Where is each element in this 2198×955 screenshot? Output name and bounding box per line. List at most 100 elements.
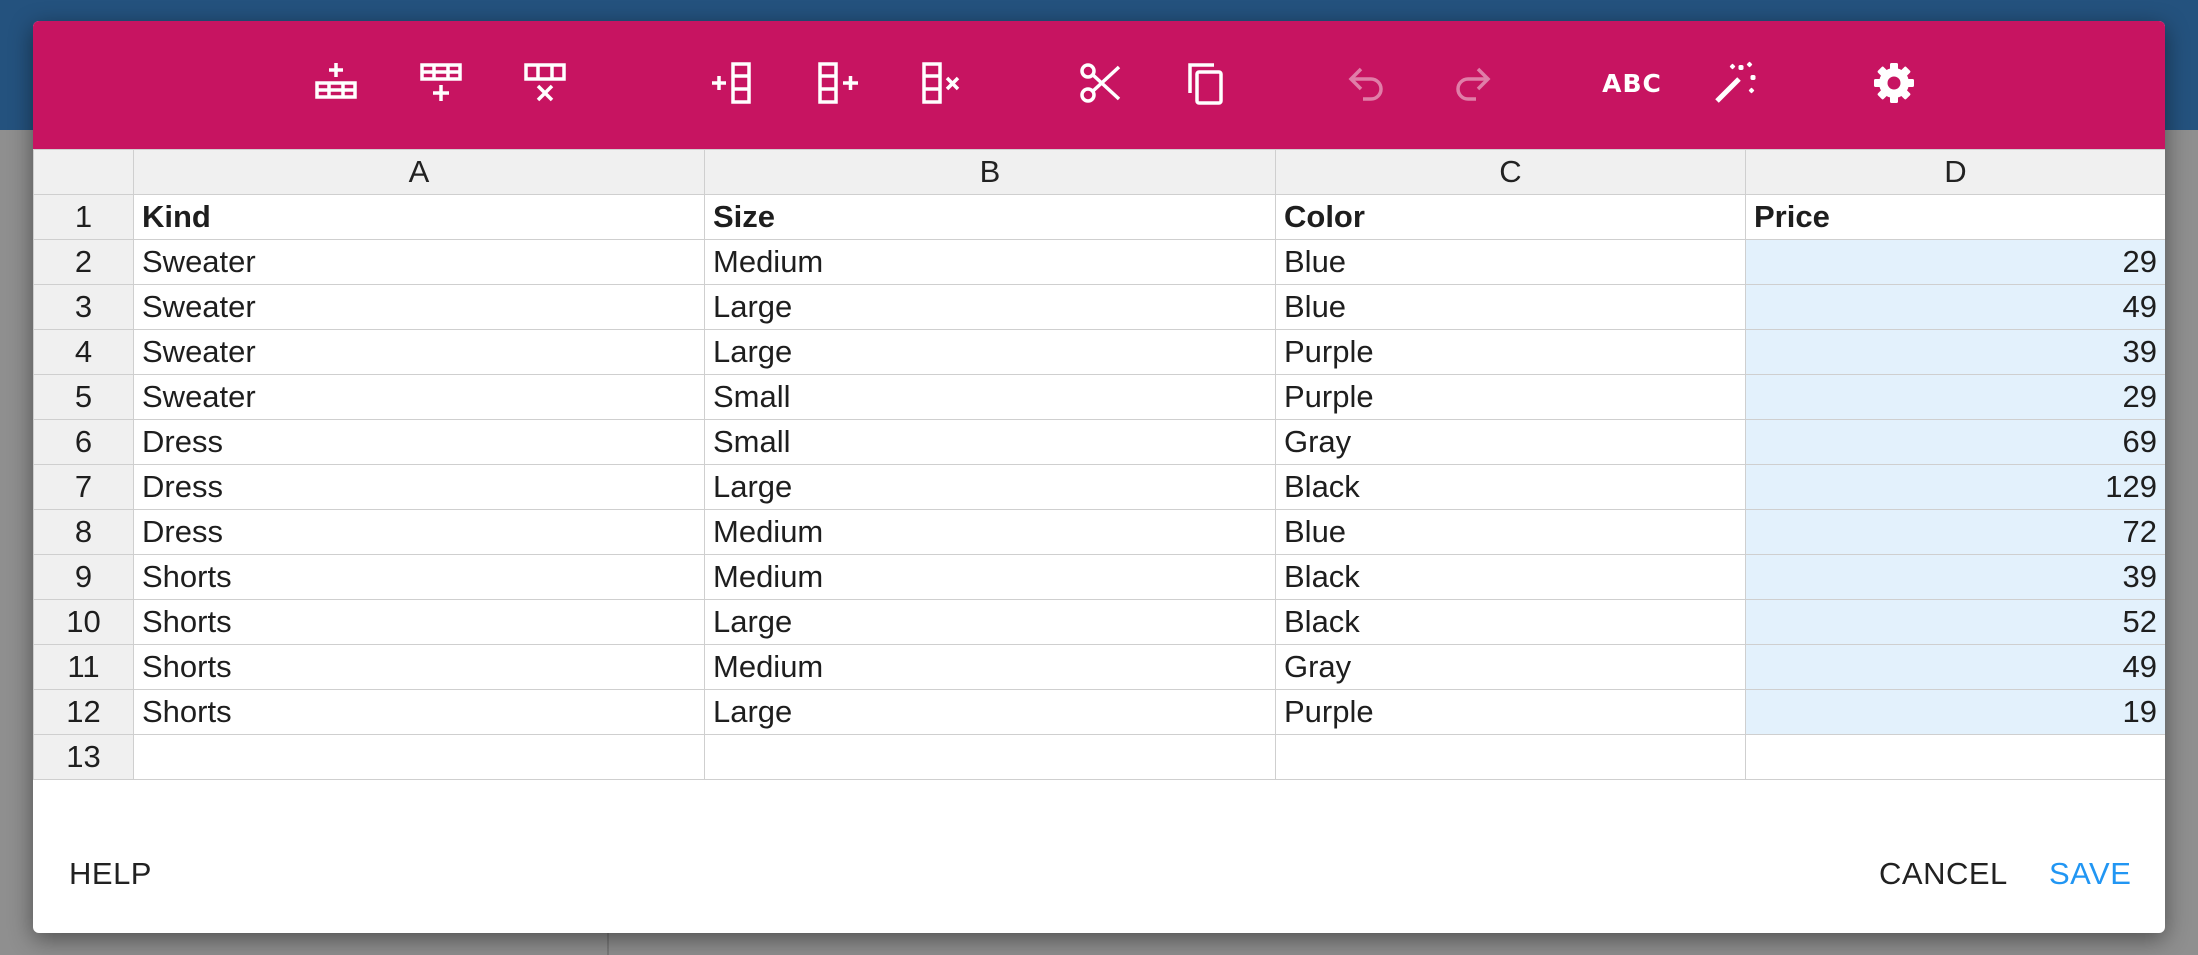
row-header[interactable]: 12 — [33, 689, 134, 735]
cell[interactable]: Large — [704, 284, 1276, 330]
cell[interactable]: Medium — [704, 554, 1276, 600]
cell[interactable]: 129 — [1745, 464, 2165, 510]
cell[interactable]: Color — [1275, 194, 1746, 240]
cell[interactable] — [1745, 734, 2165, 780]
row-header[interactable]: 11 — [33, 644, 134, 690]
cut-button[interactable] — [1071, 53, 1131, 113]
cell[interactable]: Sweater — [133, 239, 705, 285]
settings-button[interactable] — [1864, 53, 1924, 113]
insert-row-above-icon — [315, 63, 357, 99]
cell[interactable]: Small — [704, 419, 1276, 465]
cell[interactable]: Sweater — [133, 374, 705, 420]
table-row: 12 Shorts Large Purple 19 — [33, 689, 2165, 735]
cell[interactable]: 29 — [1745, 239, 2165, 285]
cell[interactable]: Sweater — [133, 329, 705, 375]
column-header[interactable]: D — [1745, 149, 2165, 195]
cell[interactable]: Purple — [1275, 689, 1746, 735]
cell[interactable]: Large — [704, 329, 1276, 375]
delete-row-icon — [524, 63, 566, 102]
table-row: 11 Shorts Medium Gray 49 — [33, 644, 2165, 690]
insert-row-below-button[interactable] — [411, 53, 471, 113]
column-header[interactable]: C — [1275, 149, 1746, 195]
column-header[interactable]: B — [704, 149, 1276, 195]
cell[interactable]: Black — [1275, 464, 1746, 510]
delete-column-button[interactable] — [912, 53, 972, 113]
spreadsheet-grid: A B C D 1 Kind Size Color Price 2 Sweate… — [33, 149, 2165, 780]
table-row: 13 — [33, 734, 2165, 780]
copy-button[interactable] — [1176, 53, 1236, 113]
cell[interactable]: Price — [1745, 194, 2165, 240]
table-row: 6 Dress Small Gray 69 — [33, 419, 2165, 465]
save-button[interactable]: SAVE — [2049, 856, 2131, 892]
cell[interactable]: Shorts — [133, 599, 705, 645]
magic-wand-icon — [1715, 61, 1756, 103]
cell[interactable]: Blue — [1275, 239, 1746, 285]
cancel-button[interactable]: CANCEL — [1879, 856, 2008, 892]
cell[interactable]: Medium — [704, 509, 1276, 555]
cell[interactable]: Black — [1275, 554, 1746, 600]
table-row: 10 Shorts Large Black 52 — [33, 599, 2165, 645]
row-header[interactable]: 9 — [33, 554, 134, 600]
cell[interactable]: Dress — [133, 464, 705, 510]
cell[interactable] — [133, 734, 705, 780]
cell[interactable]: Dress — [133, 509, 705, 555]
cell[interactable]: Shorts — [133, 554, 705, 600]
row-header[interactable]: 3 — [33, 284, 134, 330]
insert-column-right-icon — [818, 62, 858, 104]
cell[interactable]: Gray — [1275, 419, 1746, 465]
cell[interactable]: Sweater — [133, 284, 705, 330]
cell[interactable]: Small — [704, 374, 1276, 420]
magic-wand-button[interactable] — [1705, 53, 1765, 113]
row-header[interactable]: 2 — [33, 239, 134, 285]
cell[interactable] — [1275, 734, 1746, 780]
table-row: 1 Kind Size Color Price — [33, 194, 2165, 240]
row-header[interactable]: 7 — [33, 464, 134, 510]
cell[interactable]: 72 — [1745, 509, 2165, 555]
cell[interactable]: 39 — [1745, 329, 2165, 375]
corner-cell[interactable] — [33, 149, 134, 195]
redo-button[interactable] — [1442, 53, 1502, 113]
row-header[interactable]: 4 — [33, 329, 134, 375]
row-header[interactable]: 8 — [33, 509, 134, 555]
cell[interactable]: Large — [704, 464, 1276, 510]
cell[interactable]: Purple — [1275, 329, 1746, 375]
row-header[interactable]: 10 — [33, 599, 134, 645]
cell[interactable]: 52 — [1745, 599, 2165, 645]
cell[interactable]: 69 — [1745, 419, 2165, 465]
cell[interactable]: 49 — [1745, 284, 2165, 330]
row-header[interactable]: 13 — [33, 734, 134, 780]
row-header[interactable]: 5 — [33, 374, 134, 420]
cell[interactable]: Medium — [704, 644, 1276, 690]
cell[interactable]: Shorts — [133, 689, 705, 735]
table-row: 4 Sweater Large Purple 39 — [33, 329, 2165, 375]
cell[interactable]: Medium — [704, 239, 1276, 285]
cell[interactable]: Large — [704, 599, 1276, 645]
cell[interactable]: Black — [1275, 599, 1746, 645]
insert-column-left-button[interactable] — [703, 53, 763, 113]
cell[interactable]: Blue — [1275, 284, 1746, 330]
cell[interactable]: 39 — [1745, 554, 2165, 600]
insert-row-above-button[interactable] — [306, 53, 366, 113]
insert-column-right-button[interactable] — [808, 53, 868, 113]
row-header[interactable]: 6 — [33, 419, 134, 465]
cell[interactable]: Large — [704, 689, 1276, 735]
spellcheck-button[interactable]: ABC — [1599, 53, 1665, 113]
help-button[interactable]: HELP — [69, 856, 152, 892]
cell[interactable]: Blue — [1275, 509, 1746, 555]
cell[interactable] — [704, 734, 1276, 780]
row-header[interactable]: 1 — [33, 194, 134, 240]
cell[interactable]: Shorts — [133, 644, 705, 690]
copy-icon — [1188, 63, 1223, 105]
cell[interactable]: Purple — [1275, 374, 1746, 420]
undo-button[interactable] — [1337, 53, 1397, 113]
cell[interactable]: 49 — [1745, 644, 2165, 690]
column-header[interactable]: A — [133, 149, 705, 195]
cell[interactable]: Gray — [1275, 644, 1746, 690]
cell[interactable]: Size — [704, 194, 1276, 240]
cell[interactable]: 29 — [1745, 374, 2165, 420]
delete-row-button[interactable] — [515, 53, 575, 113]
cell[interactable]: Dress — [133, 419, 705, 465]
cell[interactable]: Kind — [133, 194, 705, 240]
cell[interactable]: 19 — [1745, 689, 2165, 735]
background-divider — [607, 930, 609, 955]
